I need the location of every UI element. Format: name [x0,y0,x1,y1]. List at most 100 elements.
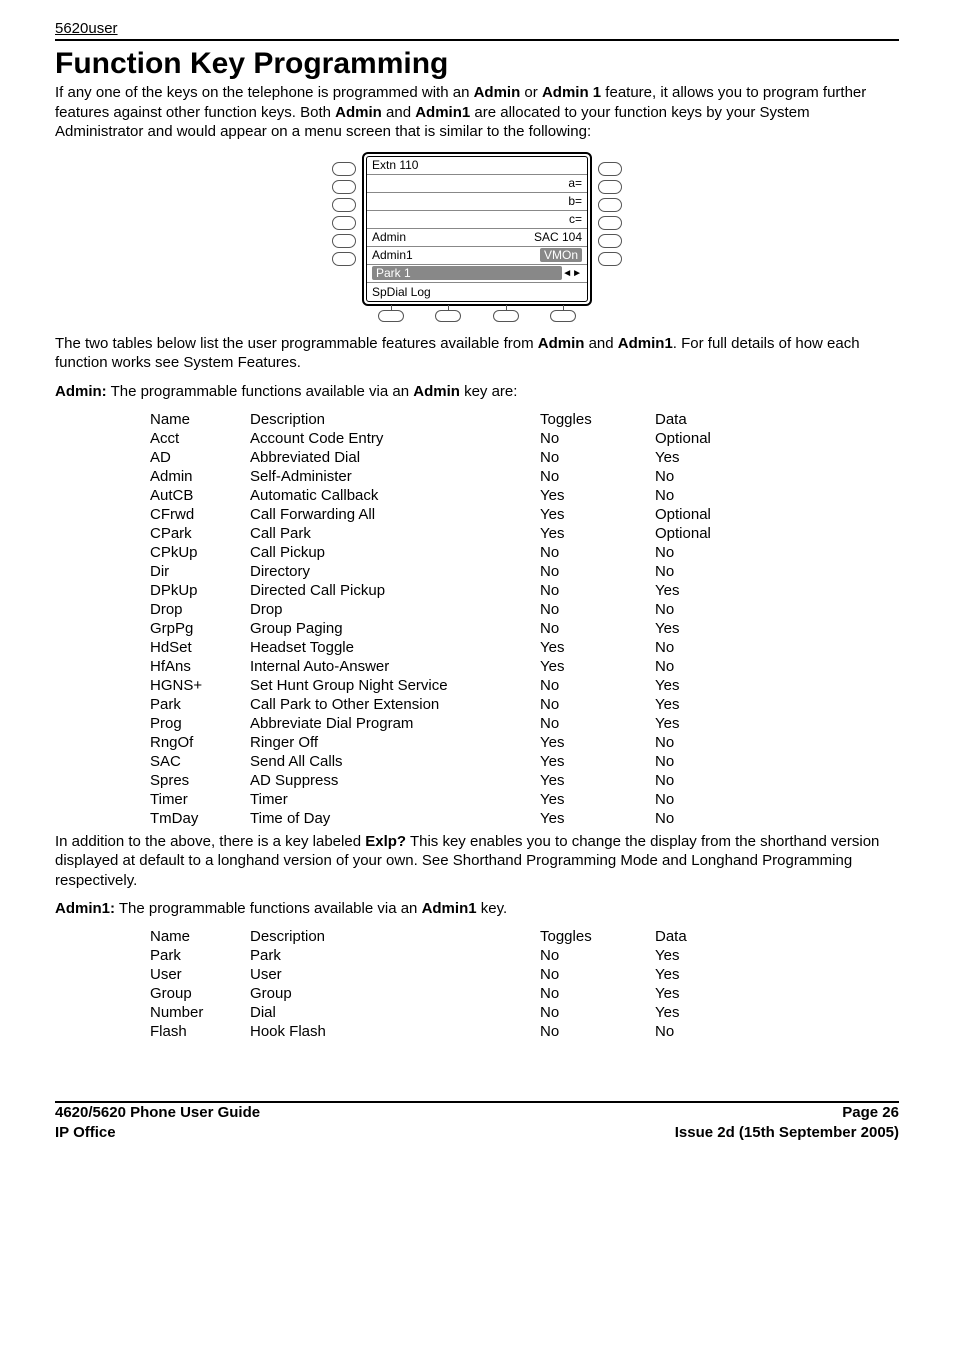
cell: Yes [655,695,745,714]
table-row: SpresAD SuppressYesNo [150,771,745,790]
cell: No [540,562,655,581]
cell: CFrwd [150,505,250,524]
cell: AD [150,448,250,467]
footer-product: IP Office [55,1123,260,1143]
cell: Park [150,695,250,714]
th-toggles: Toggles [540,927,655,946]
table-row: AutCBAutomatic CallbackYesNo [150,486,745,505]
lcd-cell: b= [568,194,582,208]
table-row: ProgAbbreviate Dial ProgramNoYes [150,714,745,733]
cell: Send All Calls [250,752,540,771]
cell: Park [150,946,250,965]
cell: Group Paging [250,619,540,638]
tables-intro: The two tables below list the user progr… [55,334,899,373]
cell: No [655,657,745,676]
cell: Yes [655,1003,745,1022]
table-row: DropDropNoNo [150,600,745,619]
cell: No [540,946,655,965]
cell: Yes [540,524,655,543]
cell: No [655,486,745,505]
cell: No [540,1003,655,1022]
lcd-cell: Admin1 [372,248,540,262]
cell: Yes [655,714,745,733]
cell: GrpPg [150,619,250,638]
table-row: HfAnsInternal Auto-AnswerYesNo [150,657,745,676]
text: and [382,104,415,121]
cell: Time of Day [250,809,540,828]
side-button [332,198,356,212]
cell: No [540,429,655,448]
cell: Set Hunt Group Night Service [250,676,540,695]
page-title: Function Key Programming [55,47,899,81]
bold: Admin1 [422,900,477,917]
cell: No [540,965,655,984]
side-button [598,216,622,230]
lcd-cell: SpDial Log [372,285,582,299]
cell: HfAns [150,657,250,676]
side-button [598,234,622,248]
text: key are: [460,383,518,400]
cell: Yes [540,486,655,505]
text: and [584,335,617,352]
th-desc: Description [250,410,540,429]
table-row: ParkParkNoYes [150,946,745,965]
cell: Yes [540,733,655,752]
admin1-intro: Admin1: The programmable functions avail… [55,900,899,917]
bottom-button [435,310,461,322]
arrow-icon: ◄► [562,268,582,279]
cell: Abbreviate Dial Program [250,714,540,733]
cell: Yes [540,505,655,524]
cell: HdSet [150,638,250,657]
cell: Headset Toggle [250,638,540,657]
table-row: UserUserNoYes [150,965,745,984]
side-button [332,252,356,266]
side-button [332,180,356,194]
cell: Drop [150,600,250,619]
cell: Admin [150,467,250,486]
cell: Yes [655,581,745,600]
cell: Call Park [250,524,540,543]
side-button [598,198,622,212]
bottom-button [550,310,576,322]
lcd-diagram: Extn 110 a= b= c= AdminSAC 104 Admin1VMO… [55,152,899,322]
cell: SAC [150,752,250,771]
cell: Self-Administer [250,467,540,486]
cell: AD Suppress [250,771,540,790]
exlp-paragraph: In addition to the above, there is a key… [55,832,899,891]
cell: No [655,600,745,619]
th-data: Data [655,410,745,429]
cell: Dial [250,1003,540,1022]
cell: Call Pickup [250,543,540,562]
table-row: AcctAccount Code EntryNoOptional [150,429,745,448]
cell: CPkUp [150,543,250,562]
cell: No [540,714,655,733]
cell: TmDay [150,809,250,828]
cell: No [540,448,655,467]
lcd-screen: Extn 110 a= b= c= AdminSAC 104 Admin1VMO… [362,152,592,306]
cell: RngOf [150,733,250,752]
cell: Yes [655,946,745,965]
cell: Call Forwarding All [250,505,540,524]
table-row: AdminSelf-AdministerNoNo [150,467,745,486]
side-button [332,162,356,176]
bold-admin1: Admin 1 [542,84,601,101]
cell: No [540,695,655,714]
lcd-cell: SAC 104 [534,230,582,244]
text: The programmable functions available via… [107,383,414,400]
table-row: DirDirectoryNoNo [150,562,745,581]
bold: Admin: [55,383,107,400]
cell: No [655,467,745,486]
cell: No [540,467,655,486]
cell: Spres [150,771,250,790]
bold: Admin [413,383,460,400]
cell: Timer [250,790,540,809]
lcd-cell-highlight: Park 1 [372,266,562,280]
cell: Yes [540,809,655,828]
admin-table: Name Description Toggles Data AcctAccoun… [150,410,745,828]
cell: Yes [540,657,655,676]
table-head: Name Description Toggles Data [150,927,745,946]
footer: 4620/5620 Phone User Guide IP Office Pag… [55,1103,899,1142]
footer-guide: 4620/5620 Phone User Guide [55,1103,260,1123]
text: The two tables below list the user progr… [55,335,538,352]
cell: No [540,1022,655,1041]
